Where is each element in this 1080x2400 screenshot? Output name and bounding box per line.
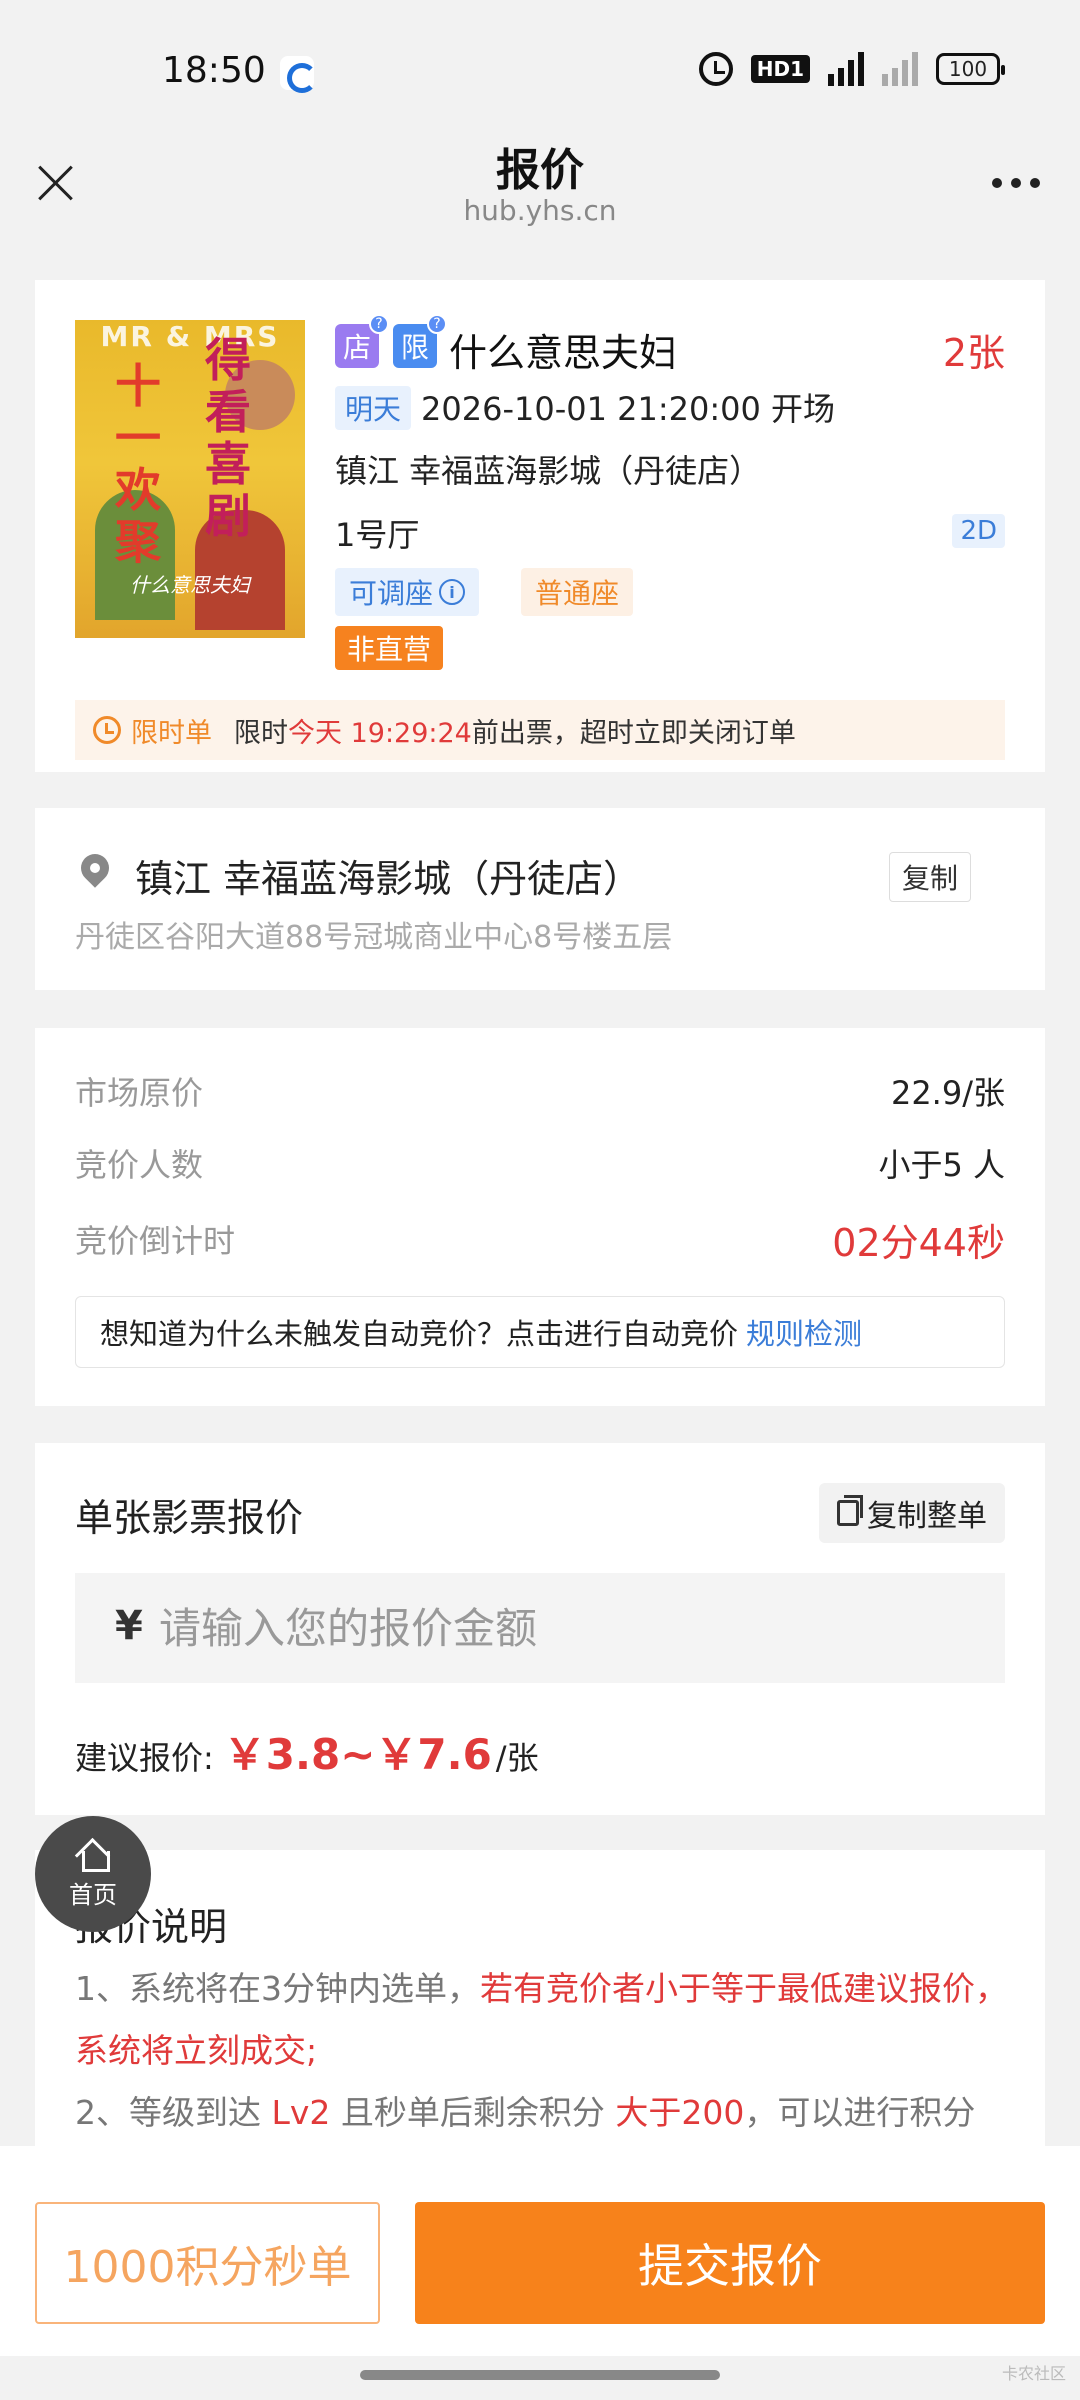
gesture-home-indicator[interactable] — [360, 2370, 720, 2380]
status-time: 18:50 — [162, 50, 266, 91]
copy-order-button[interactable]: 复制整单 — [819, 1483, 1005, 1543]
status-icons: HD1 100 — [698, 52, 1005, 86]
suggested-price: 建议报价: ￥3.8~￥7.6 /张 — [75, 1721, 539, 1782]
home-label: 首页 — [69, 1880, 117, 1909]
seat-adjustable-label: 可调座 — [349, 577, 434, 610]
signal-secondary-icon — [882, 52, 918, 86]
address-cinema-name: 镇江 幸福蓝海影城（丹徒店） — [135, 857, 642, 901]
poster-text-right: 得看喜剧 — [205, 333, 251, 543]
explanation-line2-b: Lv2 — [271, 2093, 331, 2132]
price-info-card: 市场原价 22.9/张 竞价人数 小于5 人 竞价倒计时 02分44秒 想知道为… — [35, 1028, 1045, 1406]
copy-icon — [837, 1495, 863, 1526]
explanation-line2-d: 大于200 — [615, 2093, 745, 2132]
auto-bid-box[interactable]: 想知道为什么未触发自动竞价？点击进行自动竞价 规则检测 — [75, 1296, 1005, 1368]
movie-card: MR & MRS 十一欢聚 得看喜剧 什么意思夫妇 店 ? 限 ? 什么意思夫妇… — [35, 280, 1045, 772]
copy-address-button[interactable]: 复制 — [888, 852, 971, 902]
showtime: 2026-10-01 21:20:00 开场 — [421, 390, 836, 428]
time-limit-bar: 限时单 限时 今天 19:29:24 前出票，超时立即关闭订单 — [75, 700, 1005, 760]
location-pin-icon — [75, 848, 115, 888]
bottom-action-bar: 1000积分秒单 提交报价 — [0, 2146, 1080, 2356]
explanation-text: 1、系统将在3分钟内选单，若有竞价者小于等于最低建议报价，系统将立刻成交; 2、… — [75, 1958, 1015, 2144]
time-limit-prefix: 限时 — [234, 717, 288, 749]
currency-symbol: ¥ — [115, 1603, 143, 1649]
clock-icon — [93, 716, 121, 744]
suggested-price-label: 建议报价: — [75, 1739, 214, 1777]
quote-title: 单张影票报价 — [75, 1496, 304, 1540]
poster-text-left: 十一欢聚 — [115, 359, 161, 569]
movie-title: 什么意思夫妇 — [449, 331, 678, 375]
day-badge: 明天 — [335, 386, 412, 430]
bidder-count-label: 竞价人数 — [75, 1146, 204, 1184]
time-limit-deadline: 今天 19:29:24 — [288, 717, 472, 749]
poster-caption: 什么意思夫妇 — [130, 573, 250, 597]
copy-order-label: 复制整单 — [867, 1499, 987, 1534]
suggested-price-unit: /张 — [495, 1739, 539, 1777]
points-instant-button[interactable]: 1000积分秒单 — [35, 2202, 380, 2324]
quote-card: 单张影票报价 复制整单 ¥ 建议报价: ￥3.8~￥7.6 /张 — [35, 1443, 1045, 1815]
non-direct-badge: 非直营 — [335, 626, 444, 670]
submit-quote-button[interactable]: 提交报价 — [415, 2202, 1045, 2324]
time-limit-suffix: 前出票，超时立即关闭订单 — [471, 717, 796, 749]
time-limit-label: 限时单 — [131, 717, 212, 749]
nav-header: 报价 hub.yhs.cn — [0, 130, 1080, 245]
hd-icon: HD1 — [750, 55, 810, 83]
limit-tag[interactable]: 限 ? — [393, 314, 447, 368]
market-price-row: 市场原价 22.9/张 — [75, 1068, 1005, 1114]
explanation-line2-a: 2、等级到达 — [75, 2093, 272, 2132]
limit-tag-label: 限 — [400, 331, 429, 364]
auto-bid-text: 想知道为什么未触发自动竞价？点击进行自动竞价 — [100, 1317, 739, 1351]
more-icon[interactable] — [992, 178, 1040, 188]
explanation-line2-e: ，可以进行积分 — [744, 2093, 976, 2132]
market-price-value: 22.9/张 — [890, 1074, 1005, 1112]
hall-name: 1号厅 — [335, 516, 420, 554]
help-icon[interactable]: ? — [369, 314, 389, 334]
signal-5g-icon — [828, 52, 864, 86]
home-icon — [76, 1839, 110, 1872]
bid-countdown-row: 竞价倒计时 02分44秒 — [75, 1216, 1005, 1265]
home-button[interactable]: 首页 — [35, 1816, 151, 1932]
movie-poster: MR & MRS 十一欢聚 得看喜剧 什么意思夫妇 — [75, 320, 305, 638]
cinema-name: 镇江 幸福蓝海影城（丹徒店） — [335, 452, 762, 490]
address-card: 镇江 幸福蓝海影城（丹徒店） 复制 丹徒区谷阳大道88号冠城商业中心8号楼五层 — [35, 808, 1045, 990]
seat-type-badge: 普通座 — [521, 568, 634, 616]
bid-countdown-label: 竞价倒计时 — [75, 1222, 236, 1260]
app-notification-icon — [280, 56, 317, 93]
alarm-icon — [698, 52, 733, 86]
battery-icon: 100 — [936, 53, 1005, 85]
info-icon[interactable]: i — [439, 579, 466, 605]
ticket-count: 2张 — [942, 331, 1005, 375]
quote-amount-input[interactable] — [75, 1573, 1005, 1683]
explanation-card: 报价说明 1、系统将在3分钟内选单，若有竞价者小于等于最低建议报价，系统将立刻成… — [35, 1850, 1045, 2150]
store-tag-label: 店 — [342, 331, 371, 364]
format-badge: 2D — [952, 514, 1005, 548]
explanation-line2-c: 且秒单后剩余积分 — [330, 2093, 616, 2132]
bidder-count-value: 小于5 人 — [878, 1146, 1005, 1184]
watermark: 卡农社区 — [1001, 2364, 1066, 2383]
suggested-price-range: ￥3.8~￥7.6 — [223, 1730, 492, 1779]
explanation-line1-a: 1、系统将在3分钟内选单， — [75, 1969, 480, 2008]
page-title: 报价 — [496, 145, 584, 196]
status-bar: 18:50 HD1 100 — [0, 0, 1080, 140]
market-price-label: 市场原价 — [75, 1074, 204, 1112]
poster-title-text: MR & MRS — [100, 320, 280, 353]
seat-adjustable-badge[interactable]: 可调座 i — [335, 568, 480, 616]
store-tag[interactable]: 店 ? — [335, 314, 389, 368]
bidder-count-row: 竞价人数 小于5 人 — [75, 1140, 1005, 1186]
address-detail: 丹徒区谷阳大道88号冠城商业中心8号楼五层 — [75, 920, 673, 955]
help-icon[interactable]: ? — [427, 314, 447, 334]
rule-check-link[interactable]: 规则检测 — [746, 1311, 862, 1353]
page-domain: hub.yhs.cn — [463, 194, 617, 227]
bid-countdown-value: 02分44秒 — [832, 1221, 1005, 1265]
